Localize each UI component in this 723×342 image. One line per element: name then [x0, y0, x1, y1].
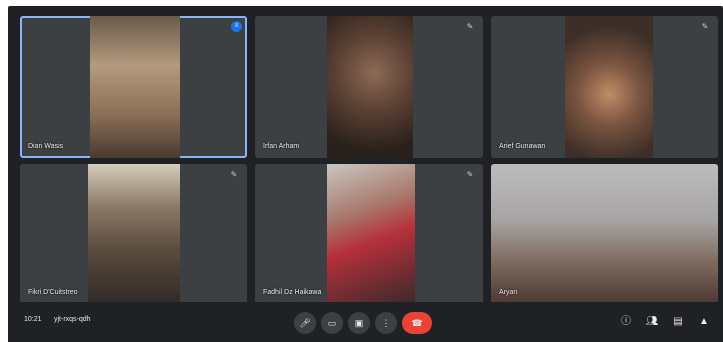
speaking-indicator-icon: ≡	[231, 21, 242, 32]
control-bar: 10:21 yjt-rxqs-qdh 🎤︎ ▭ ▣ ⋮ ☎︎ ⓘ 👥︎ ▤ ▲	[8, 302, 723, 342]
participant-name: Aryan	[499, 289, 518, 296]
participant-video	[327, 164, 415, 304]
participant-name: Irfan Arham	[263, 143, 300, 150]
participant-name: Fadhil Dz Haikawa	[263, 289, 322, 296]
participant-video	[88, 164, 180, 304]
muted-mic-icon: ✎	[230, 170, 238, 179]
captions-icon[interactable]: ▣	[348, 312, 370, 334]
camera-icon[interactable]: ▭	[321, 312, 343, 334]
muted-mic-icon: ✎	[701, 22, 709, 31]
participant-name: Arief Gunawan	[499, 143, 546, 150]
end-call-icon[interactable]: ☎︎	[402, 312, 432, 334]
participant-tile[interactable]: Aryan	[491, 164, 718, 304]
meeting-code: yjt-rxqs-qdh	[54, 316, 91, 323]
participant-video	[491, 164, 718, 304]
info-icon[interactable]: ⓘ	[618, 314, 634, 330]
muted-mic-icon: ✎	[466, 170, 474, 179]
chat-icon[interactable]: ▤	[670, 314, 686, 330]
more-icon[interactable]: ⋮	[375, 312, 397, 334]
participant-tile[interactable]: ✎ Arief Gunawan	[491, 16, 718, 158]
participant-tile[interactable]: ✎ Fikri D'Cuitstreo	[20, 164, 247, 304]
participant-name: Fikri D'Cuitstreo	[28, 289, 78, 296]
participant-tile[interactable]: ≡ Dian Wasis	[20, 16, 247, 158]
meet-window: ≡ Dian Wasis ✎ Irfan Arham ✎ Arief Gunaw…	[8, 6, 723, 342]
microphone-icon[interactable]: 🎤︎	[294, 312, 316, 334]
muted-mic-icon: ✎	[466, 22, 474, 31]
participant-video	[565, 16, 653, 158]
participant-tile[interactable]: ✎ Irfan Arham	[255, 16, 483, 158]
people-icon[interactable]: 👥︎	[644, 314, 660, 330]
participant-tile[interactable]: ✎ Fadhil Dz Haikawa	[255, 164, 483, 304]
participant-video	[90, 16, 180, 158]
participant-video	[327, 16, 413, 158]
meeting-time: 10:21	[24, 316, 42, 323]
activities-icon[interactable]: ▲	[696, 314, 712, 330]
participant-name: Dian Wasis	[28, 143, 64, 150]
